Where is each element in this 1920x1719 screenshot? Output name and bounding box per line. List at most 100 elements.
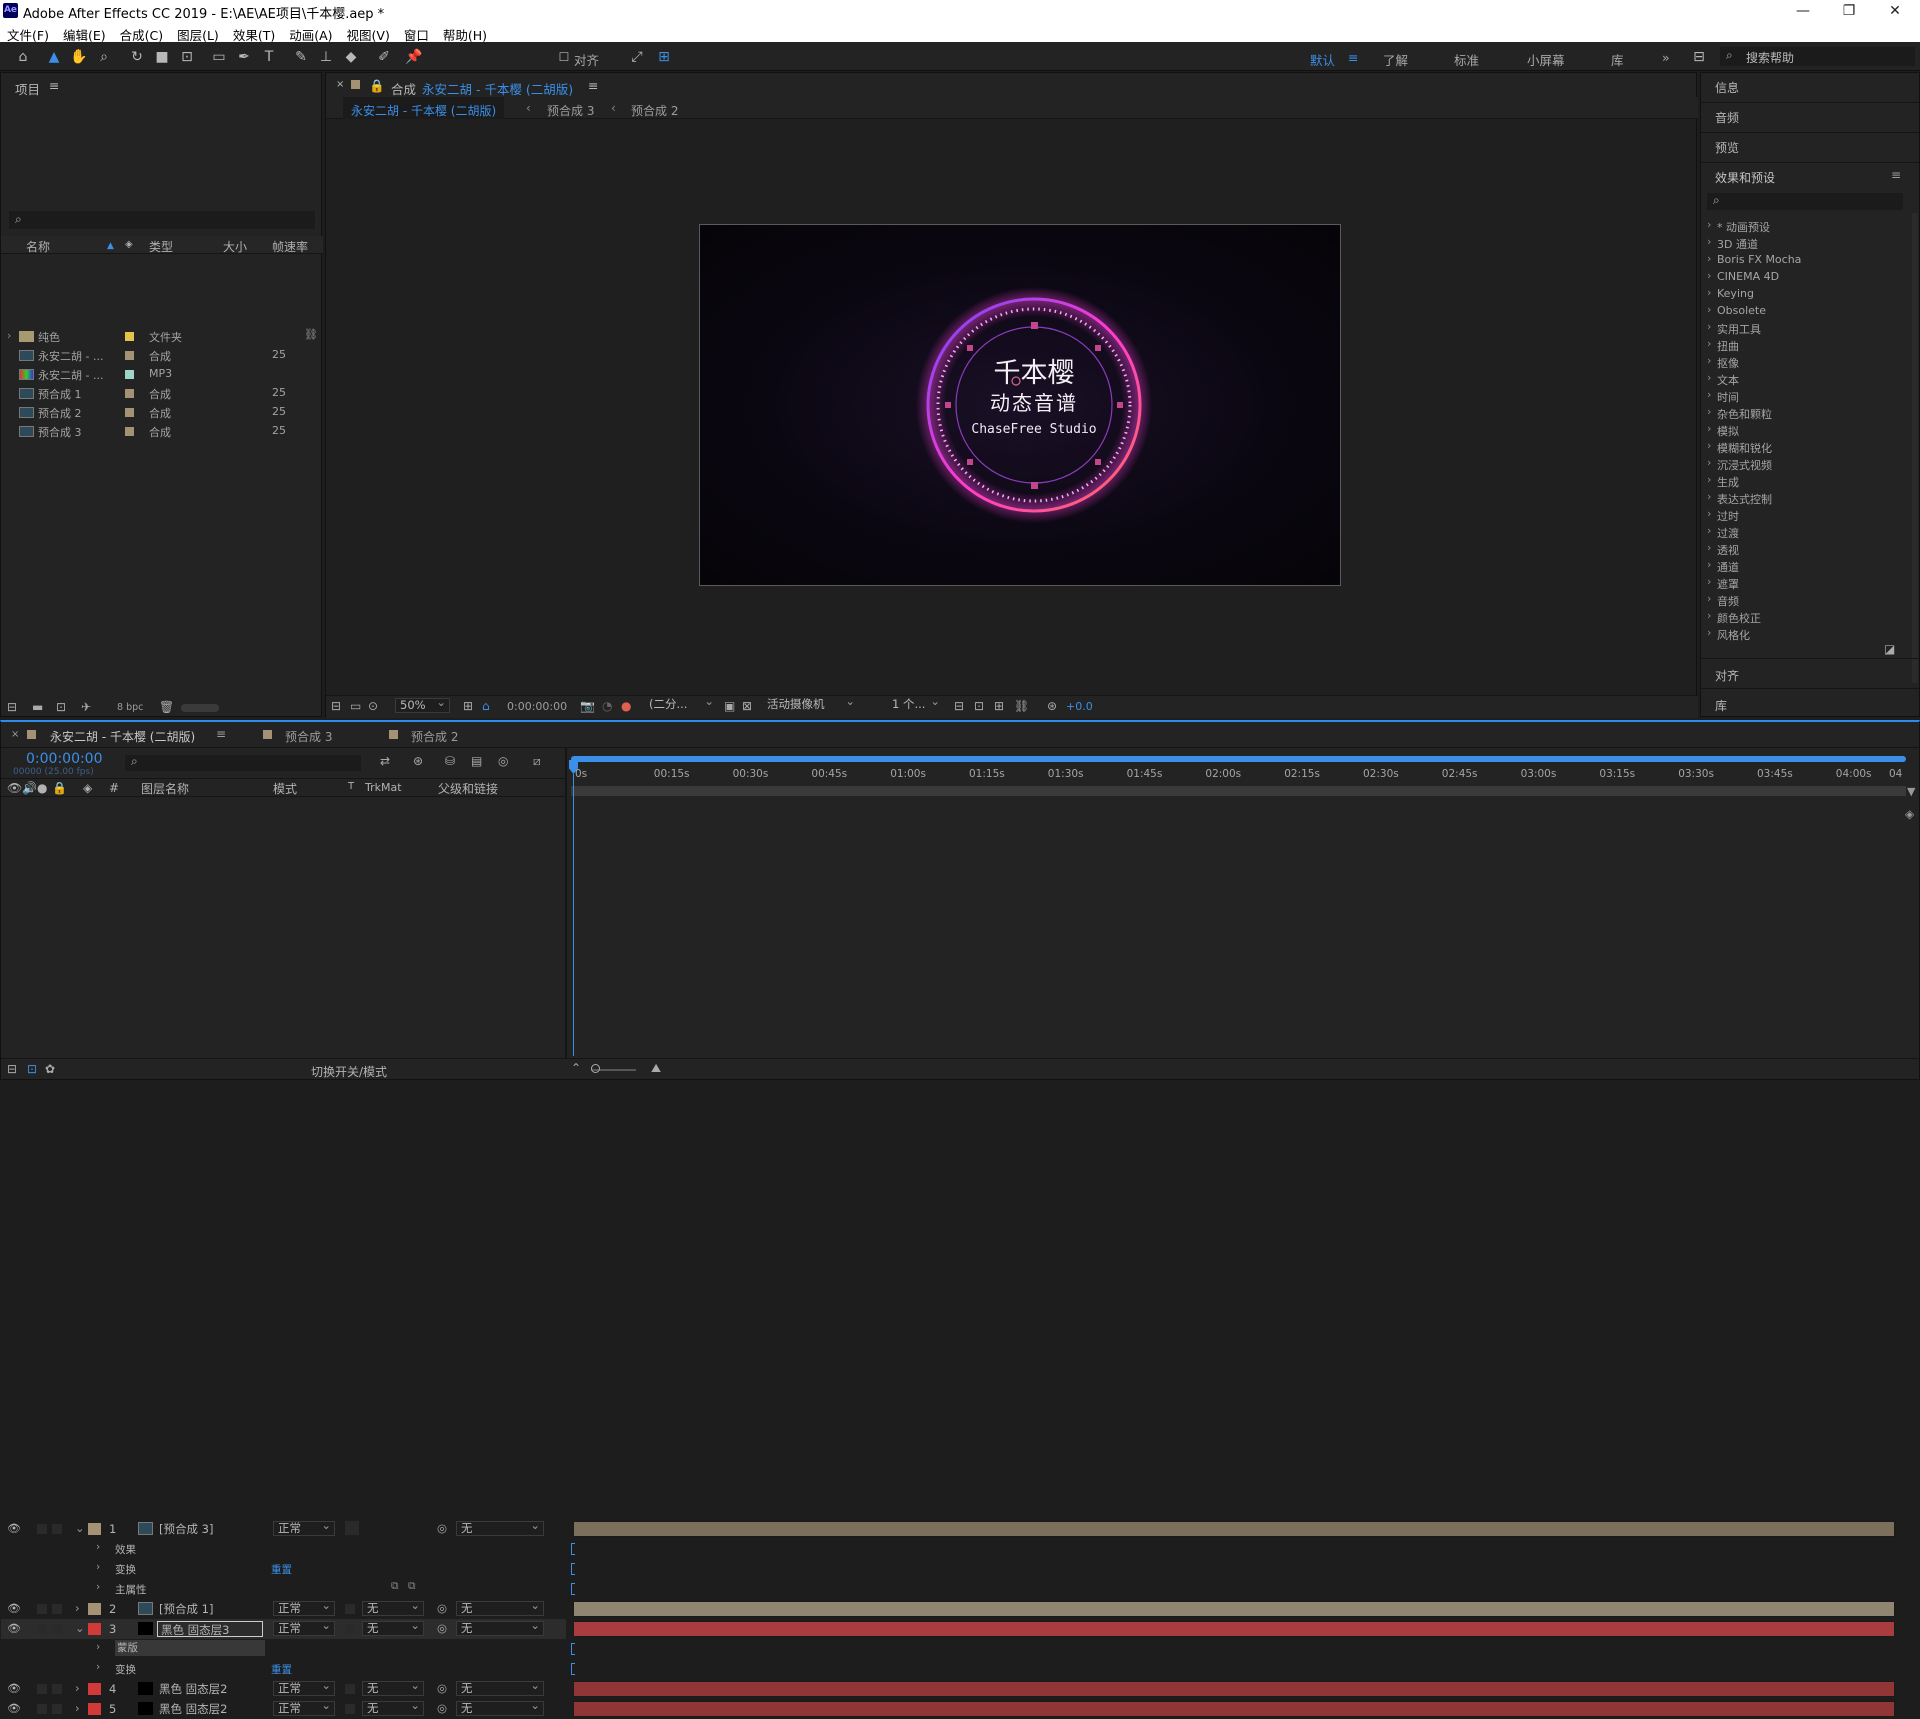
layer-property-row[interactable]: › 效果 <box>1 1539 566 1559</box>
toggle-pixel-aspect-icon[interactable]: ⊟ <box>954 699 964 713</box>
solo-switch[interactable] <box>37 1604 47 1614</box>
visibility-eye-icon[interactable]: 👁 <box>7 1602 21 1615</box>
reset-transform-link[interactable]: 重置 <box>271 1562 292 1577</box>
panel-menu-icon[interactable]: ≡ <box>1891 168 1901 182</box>
preserve-transparency-switch[interactable] <box>345 1684 355 1694</box>
menu-window[interactable]: 窗口 <box>397 22 436 44</box>
audio-panel-tab[interactable]: 音频 <box>1701 103 1919 133</box>
column-name[interactable]: 名称 <box>26 238 50 255</box>
view-options-icon[interactable]: ⊙ <box>368 699 378 713</box>
audio-toggle-icon[interactable]: 🔊 <box>22 781 37 795</box>
effect-category[interactable]: 3D 通道 <box>1705 235 1895 252</box>
expand-layer-switches-icon[interactable]: ⊟ <box>7 1062 17 1076</box>
transparency-grid-icon[interactable]: ⊠ <box>742 699 752 713</box>
minimize-icon[interactable]: — <box>1780 0 1826 22</box>
workspace-learn[interactable]: 了解 <box>1383 50 1408 69</box>
flowchart-icon[interactable]: ⛓ <box>304 328 318 341</box>
view-layout-select[interactable]: 1 个... <box>888 695 943 713</box>
zoom-in-icon[interactable]: ⛰ <box>651 1061 661 1076</box>
home-icon[interactable]: ⌂ <box>14 48 32 66</box>
label-color-swatch[interactable] <box>125 408 134 417</box>
column-size[interactable]: 大小 <box>223 238 247 255</box>
sort-ascending-icon[interactable]: ▲ <box>107 241 114 251</box>
preserve-transparency-switch[interactable] <box>345 1624 355 1634</box>
twirl-closed-icon[interactable]: › <box>75 1601 80 1615</box>
search-help-input[interactable]: ⌕ 搜索帮助 <box>1720 47 1915 66</box>
column-type[interactable]: 类型 <box>149 238 173 255</box>
effect-category[interactable]: 遮罩 <box>1705 575 1895 592</box>
blend-mode-select[interactable]: 正常 <box>273 1519 335 1536</box>
column-mode[interactable]: 模式 <box>273 780 297 797</box>
zoom-tool-icon[interactable]: ⌕ <box>95 48 113 66</box>
camera-view-select[interactable]: 活动摄像机 <box>763 695 858 713</box>
preview-panel-tab[interactable]: 预览 <box>1701 133 1919 163</box>
effect-category[interactable]: 杂色和颗粒 <box>1705 405 1895 422</box>
mask-visibility-icon[interactable]: ⌂ <box>482 699 490 713</box>
layer-label-color[interactable] <box>88 1523 101 1535</box>
menu-layer[interactable]: 图层(L) <box>170 22 226 44</box>
layer-label-color[interactable] <box>88 1683 101 1695</box>
menu-composition[interactable]: 合成(C) <box>113 22 170 44</box>
resolution-select[interactable]: (二分... <box>645 695 717 713</box>
snapping-checkbox-icon[interactable]: ☐ <box>555 48 573 66</box>
current-time-display[interactable]: 0:00:00:00 <box>26 751 103 767</box>
project-item[interactable]: › 纯色 文件夹 ⛓ <box>1 327 321 346</box>
effect-category[interactable]: 文本 <box>1705 371 1895 388</box>
blend-mode-select[interactable]: 正常 <box>273 1699 335 1716</box>
layer-row[interactable]: 👁 ⌄ 3 黑色 固态层3 正常 无 ◎ 无 <box>1 1619 566 1639</box>
effect-category[interactable]: 透视 <box>1705 541 1895 558</box>
twirl-closed-icon[interactable]: › <box>96 1561 100 1573</box>
effect-category[interactable]: 模拟 <box>1705 422 1895 439</box>
layer-label-color[interactable] <box>88 1603 101 1615</box>
roto-brush-tool-icon[interactable]: ✐ <box>375 48 393 66</box>
twirl-closed-icon[interactable]: › <box>75 1701 80 1715</box>
layer-name[interactable]: 黑色 固态层3 <box>157 1621 263 1637</box>
close-icon[interactable]: ✕ <box>1872 0 1918 22</box>
info-panel-tab[interactable]: 信息 <box>1701 73 1919 103</box>
type-tool-icon[interactable]: T <box>260 48 278 66</box>
fit-icon[interactable]: ⊞ <box>463 699 473 713</box>
selection-tool-icon[interactable]: ▲ <box>45 48 63 66</box>
solo-switch[interactable] <box>37 1704 47 1714</box>
eraser-tool-icon[interactable]: ◆ <box>342 48 360 66</box>
layer-duration-bar[interactable] <box>573 1601 1895 1617</box>
effect-category[interactable]: 实用工具 <box>1705 320 1895 337</box>
expand-time-stretch-icon[interactable]: ✿ <box>45 1062 55 1076</box>
effect-category[interactable]: 抠像 <box>1705 354 1895 371</box>
effect-category[interactable]: 过时 <box>1705 507 1895 524</box>
label-color-swatch[interactable] <box>125 389 134 398</box>
effect-category[interactable]: 风格化 <box>1705 626 1895 643</box>
visibility-eye-icon[interactable]: 👁 <box>7 1622 21 1635</box>
parent-select[interactable]: 无 <box>456 1599 544 1616</box>
layer-name[interactable]: [预合成 1] <box>159 1601 213 1617</box>
label-color-swatch[interactable] <box>125 370 134 379</box>
layer-row[interactable]: 👁 ⌄ 1 [预合成 3] 正常 ◎ 无 <box>1 1519 566 1539</box>
effect-category[interactable]: 颜色校正 <box>1705 609 1895 626</box>
effects-search-input[interactable]: ⌕ <box>1707 193 1903 210</box>
delete-icon[interactable]: 🗑 <box>159 700 174 714</box>
more-workspaces-icon[interactable]: » <box>1662 50 1670 65</box>
exposure-value[interactable]: +0.0 <box>1066 700 1093 713</box>
project-item[interactable]: 预合成 2 合成 25 <box>1 403 321 422</box>
lock-switch[interactable] <box>52 1704 62 1714</box>
panel-menu-icon[interactable]: ≡ <box>216 727 226 741</box>
pick-whip-icon[interactable]: ◎ <box>437 1521 447 1535</box>
column-trkmat[interactable]: TrkMat <box>365 781 402 794</box>
hand-tool-icon[interactable]: ✋ <box>70 48 88 66</box>
twirl-closed-icon[interactable]: › <box>96 1581 100 1593</box>
layer-row[interactable]: 👁 › 5 黑色 固态层2 正常 无 ◎ 无 <box>1 1699 566 1719</box>
frame-blending-icon[interactable]: ▤ <box>471 754 482 768</box>
twirl-open-icon[interactable]: ⌄ <box>75 1621 85 1635</box>
remove-essential-property-icon[interactable]: ⧉ <box>408 1580 416 1593</box>
effect-category[interactable]: Obsolete <box>1705 303 1895 320</box>
layer-search-input[interactable]: ⌕ <box>125 754 361 771</box>
visibility-eye-icon[interactable]: 👁 <box>7 1682 21 1695</box>
interpret-footage-icon[interactable]: ⊟ <box>7 700 17 714</box>
expand-arrow-icon[interactable]: › <box>7 329 11 342</box>
layer-duration-bar[interactable] <box>573 1701 1895 1717</box>
preserve-transparency-switch[interactable] <box>345 1704 355 1714</box>
label-tag-icon[interactable]: ◈ <box>125 239 133 250</box>
pen-tool-icon[interactable]: ✒ <box>235 48 253 66</box>
add-essential-property-icon[interactable]: ⧉ <box>391 1580 399 1593</box>
motion-blur-icon[interactable]: ◎ <box>498 754 508 768</box>
